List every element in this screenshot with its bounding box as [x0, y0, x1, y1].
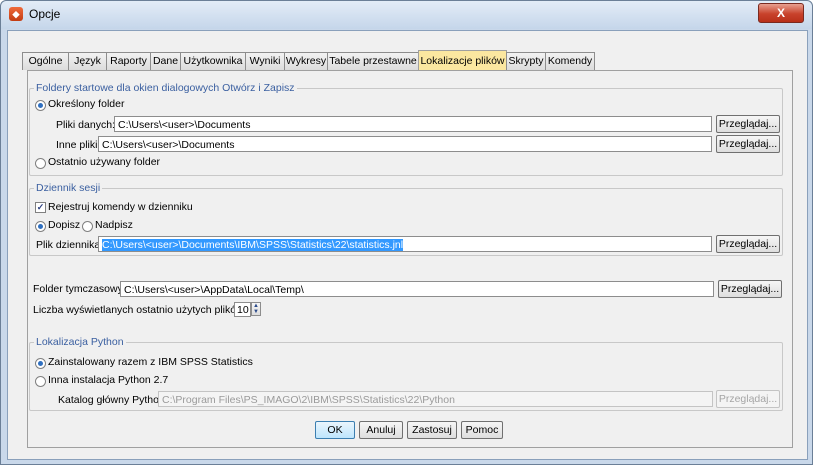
append-radio[interactable] — [35, 221, 46, 232]
tab-data[interactable]: Dane — [150, 52, 181, 70]
journal-file-label: Plik dziennika: — [36, 239, 104, 251]
help-button[interactable]: Pomoc — [461, 421, 503, 439]
recent-files-spinner[interactable]: ▲ ▼ — [251, 302, 261, 316]
tab-scripts[interactable]: Skrypty — [506, 52, 546, 70]
python-home-browse-button: Przeglądaj... — [716, 390, 780, 408]
record-syntax-label: Rejestruj komendy w dzienniku — [48, 201, 193, 213]
temp-folder-input[interactable]: C:\Users\<user>\AppData\Local\Temp\ — [120, 281, 714, 297]
recent-files-input[interactable]: 10 — [234, 302, 251, 317]
overwrite-radio[interactable] — [82, 221, 93, 232]
app-icon: ◆ — [9, 7, 23, 21]
python-other-radio[interactable] — [35, 376, 46, 387]
python-home-input: C:\Program Files\PS_IMAGO\2\IBM\SPSS\Sta… — [158, 391, 713, 407]
specified-folder-label: Określony folder — [48, 98, 125, 110]
data-files-label: Pliki danych: — [56, 119, 115, 131]
tab-charts[interactable]: Wykresy — [284, 52, 328, 70]
tab-user[interactable]: Użytkownika — [180, 52, 246, 70]
tab-general[interactable]: Ogólne — [22, 52, 69, 70]
session-journal-legend: Dziennik sesji — [34, 182, 103, 194]
other-files-browse-button[interactable]: Przeglądaj... — [716, 135, 780, 153]
data-files-browse-button[interactable]: Przeglądaj... — [716, 115, 780, 133]
python-location-legend: Lokalizacja Python — [34, 336, 126, 348]
journal-file-input[interactable]: C:\Users\<user>\Documents\IBM\SPSS\Stati… — [98, 236, 712, 252]
other-files-input[interactable]: C:\Users\<user>\Documents — [98, 136, 712, 152]
python-other-label: Inna instalacja Python 2.7 — [48, 374, 169, 386]
apply-button[interactable]: Zastosuj — [407, 421, 457, 439]
journal-file-browse-button[interactable]: Przeglądaj... — [716, 235, 780, 253]
temp-folder-label: Folder tymczasowy: — [33, 283, 126, 295]
tab-file-locations[interactable]: Lokalizacje plików — [418, 50, 507, 71]
specified-folder-radio[interactable] — [35, 100, 46, 111]
tab-syntax[interactable]: Komendy — [545, 52, 595, 70]
append-label: Dopisz — [48, 219, 81, 231]
close-button[interactable]: X — [758, 3, 804, 23]
last-used-folder-radio[interactable] — [35, 158, 46, 169]
python-home-label: Katalog główny Python: — [58, 394, 168, 406]
window-title: Opcje — [29, 7, 61, 21]
tab-reports[interactable]: Raporty — [106, 52, 151, 70]
data-files-input[interactable]: C:\Users\<user>\Documents — [114, 116, 712, 132]
tab-output[interactable]: Wyniki — [245, 52, 285, 70]
recent-files-label: Liczba wyświetlanych ostatnio użytych pl… — [33, 304, 247, 316]
last-used-folder-label: Ostatnio używany folder — [48, 156, 161, 168]
tab-language[interactable]: Język — [68, 52, 107, 70]
ok-button[interactable]: OK — [315, 421, 355, 439]
python-installed-radio[interactable] — [35, 358, 46, 369]
tab-pivot-tables[interactable]: Tabele przestawne — [327, 52, 419, 70]
record-syntax-checkbox[interactable]: ✓ — [35, 202, 46, 213]
other-files-label: Inne pliki: — [56, 139, 101, 151]
title-bar: ◆ Opcje X — [1, 1, 812, 29]
overwrite-label: Nadpisz — [95, 219, 133, 231]
journal-file-value: C:\Users\<user>\Documents\IBM\SPSS\Stati… — [102, 239, 404, 251]
startup-folders-legend: Foldery startowe dla okien dialogowych O… — [34, 82, 297, 94]
python-installed-label: Zainstalowany razem z IBM SPSS Statistic… — [48, 356, 253, 368]
temp-folder-browse-button[interactable]: Przeglądaj... — [718, 280, 782, 298]
cancel-button[interactable]: Anuluj — [359, 421, 403, 439]
